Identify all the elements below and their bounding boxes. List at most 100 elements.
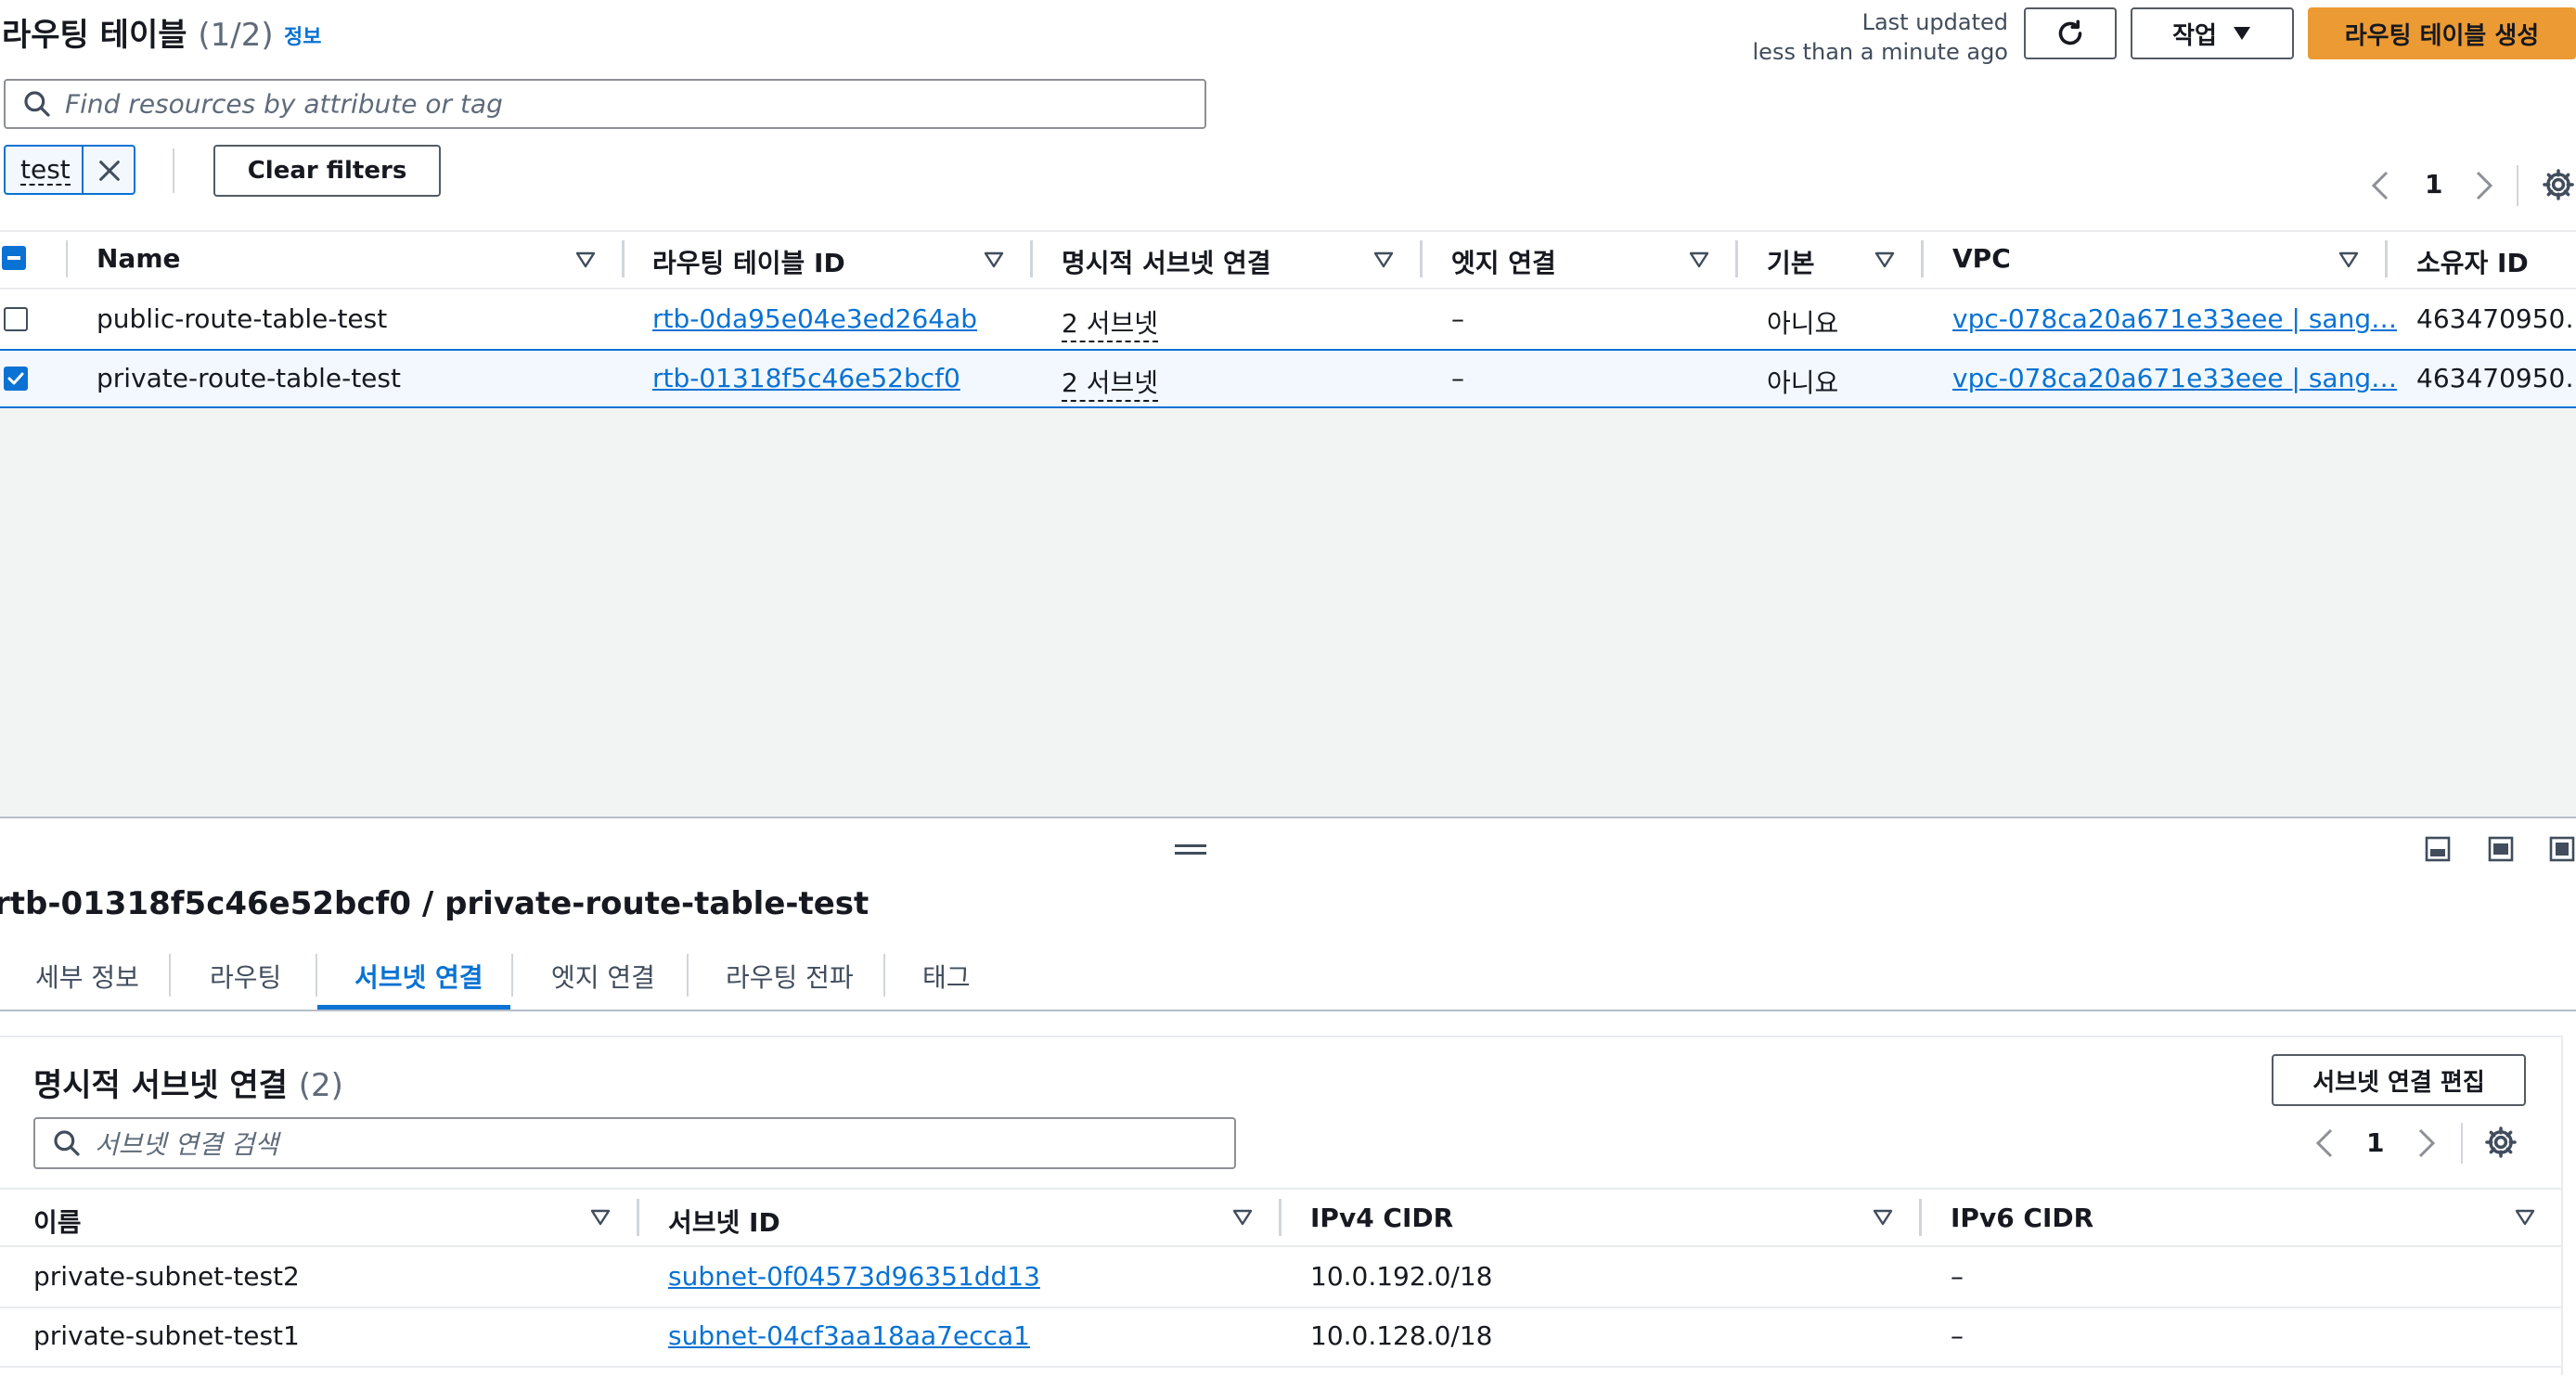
column-header-name[interactable]: Name [97,243,181,274]
row-vpc-link[interactable]: vpc-078ca20a671e33eee | sang… [1952,303,2397,334]
column-separator [637,1199,639,1236]
tab-subnet-associations[interactable]: 서브넷 연결 [354,958,483,995]
sort-icon[interactable] [2515,1209,2535,1226]
column-header-subnet-name[interactable]: 이름 [33,1203,82,1240]
resource-search-placeholder: Find resources by attribute or tag [65,88,503,120]
subnet-association-search-input[interactable]: 서브넷 연결 검색 [33,1117,1236,1169]
row-subnet-count[interactable]: 2 서브넷 [1062,303,1158,342]
sort-icon[interactable] [590,1209,611,1226]
tab-edge-associations[interactable]: 엣지 연결 [551,958,655,995]
drag-handle-icon[interactable] [1175,844,1206,856]
row-border [0,1366,2563,1368]
row-vpc-link[interactable]: vpc-078ca20a671e33eee | sang… [1952,363,2397,393]
row-main: 아니요 [1767,367,1839,398]
table-empty-area [0,408,2576,817]
subnet-row-id-link[interactable]: subnet-0f04573d96351dd13 [668,1261,1040,1292]
sort-icon[interactable] [1232,1209,1253,1226]
detail-title: rtb-01318f5c46e52bcf0 / private-route-ta… [0,885,869,922]
page-title-count: (1/2) [198,17,274,54]
create-route-table-button[interactable]: 라우팅 테이블 생성 [2308,7,2576,59]
panel-side-icon[interactable] [2487,835,2515,863]
subnet-row-ipv6: – [1951,1320,1964,1351]
column-header-main[interactable]: 기본 [1767,243,1815,280]
column-header-vpc[interactable]: VPC [1952,243,2011,274]
row-route-table-id-link[interactable]: rtb-0da95e04e3ed264ab [652,303,977,334]
page-number[interactable]: 1 [2425,169,2442,199]
row-main: 아니요 [1767,308,1839,339]
column-header-explicit-subnets[interactable]: 명시적 서브넷 연결 [1062,243,1271,280]
table-row: private-subnet-test1 subnet-04cf3aa18aa7… [0,1308,2563,1368]
row-name: public-route-table-test [97,303,388,334]
chevron-right-icon[interactable] [2416,1126,2437,1160]
chevron-left-icon[interactable] [2370,169,2390,202]
row-route-table-id-link[interactable]: rtb-01318f5c46e52bcf0 [652,363,960,393]
gear-icon[interactable] [2483,1125,2518,1160]
table-row[interactable]: public-route-table-test rtb-0da95e04e3ed… [0,290,2576,349]
row-edge: – [1451,303,1464,334]
filter-token-label: test [20,154,71,186]
panel-hide-icon[interactable] [2548,835,2576,863]
panel-bottom-icon[interactable] [2424,835,2452,863]
filter-token-divider [82,147,84,193]
tab-separator [687,954,689,997]
sort-icon[interactable] [1689,251,1709,268]
edit-subnet-associations-label: 서브넷 연결 편집 [2312,1068,2485,1097]
sort-icon[interactable] [1873,1209,1893,1226]
row-subnet-count[interactable]: 2 서브넷 [1062,363,1158,402]
subnet-table-top-border [0,1188,2563,1190]
page-number[interactable]: 1 [2366,1127,2384,1158]
clear-filters-label: Clear filters [247,157,407,185]
column-separator [622,240,625,277]
close-icon[interactable] [97,158,122,184]
page-title-text: 라우팅 테이블 [2,17,187,54]
select-all-checkbox[interactable] [2,246,26,270]
sort-icon[interactable] [575,251,596,268]
row-checkbox-checked[interactable] [4,367,28,391]
resource-search-input[interactable]: Find resources by attribute or tag [4,79,1206,129]
chevron-left-icon[interactable] [2314,1126,2335,1160]
sort-icon[interactable] [1373,251,1394,268]
sort-icon[interactable] [1874,251,1895,268]
clear-filters-button[interactable]: Clear filters [213,145,441,197]
gear-icon[interactable] [2541,167,2576,202]
create-route-table-label: 라우팅 테이블 생성 [2344,21,2540,50]
tab-tags[interactable]: 태그 [922,958,971,995]
actions-button[interactable]: 작업 [2131,7,2294,59]
column-separator [1279,1199,1282,1236]
subnet-row-ipv4: 10.0.128.0/18 [1310,1320,1493,1351]
sort-icon[interactable] [984,251,1004,268]
column-header-edge-associations[interactable]: 엣지 연결 [1451,243,1556,280]
pagination-divider [2461,1123,2463,1164]
row-checkbox[interactable] [4,307,28,331]
column-header-ipv4-cidr[interactable]: IPv4 CIDR [1310,1203,1453,1233]
tab-route-propagation[interactable]: 라우팅 전파 [726,958,854,995]
column-header-owner-id[interactable]: 소유자 ID [2416,243,2529,280]
subnet-row-ipv4: 10.0.192.0/18 [1310,1261,1493,1292]
search-icon [24,91,50,117]
tab-routes[interactable]: 라우팅 [210,958,281,995]
column-header-route-table-id[interactable]: 라우팅 테이블 ID [652,243,845,280]
table-top-border [0,230,2576,232]
last-updated-label: Last updated [1861,9,2008,35]
page-title: 라우팅 테이블 (1/2) [2,9,274,55]
chevron-right-icon[interactable] [2474,169,2494,202]
table-row-selected[interactable]: private-route-table-test rtb-01318f5c46e… [0,349,2576,408]
section-title-text: 명시적 서브넷 연결 [33,1067,288,1104]
subnet-row-id-link[interactable]: subnet-04cf3aa18aa7ecca1 [668,1320,1030,1351]
sort-icon[interactable] [2338,251,2359,268]
tab-separator [511,954,513,997]
pagination-divider [2517,165,2518,206]
refresh-button[interactable] [2024,7,2117,59]
last-updated-value: less than a minute ago [1752,39,2008,65]
tab-details[interactable]: 세부 정보 [35,958,139,995]
toolbar-divider [173,148,174,193]
filter-token: test [4,145,135,195]
info-link[interactable]: 정보 [284,20,321,50]
edit-subnet-associations-button[interactable]: 서브넷 연결 편집 [2272,1054,2526,1106]
last-updated: Last updated less than a minute ago [1753,7,2008,67]
column-header-ipv6-cidr[interactable]: IPv6 CIDR [1951,1203,2093,1233]
column-header-subnet-id[interactable]: 서브넷 ID [668,1203,780,1240]
subnet-association-search-placeholder: 서브넷 연결 검색 [95,1129,279,1160]
subnet-row-name: private-subnet-test2 [33,1261,300,1292]
row-edge: – [1451,363,1464,393]
